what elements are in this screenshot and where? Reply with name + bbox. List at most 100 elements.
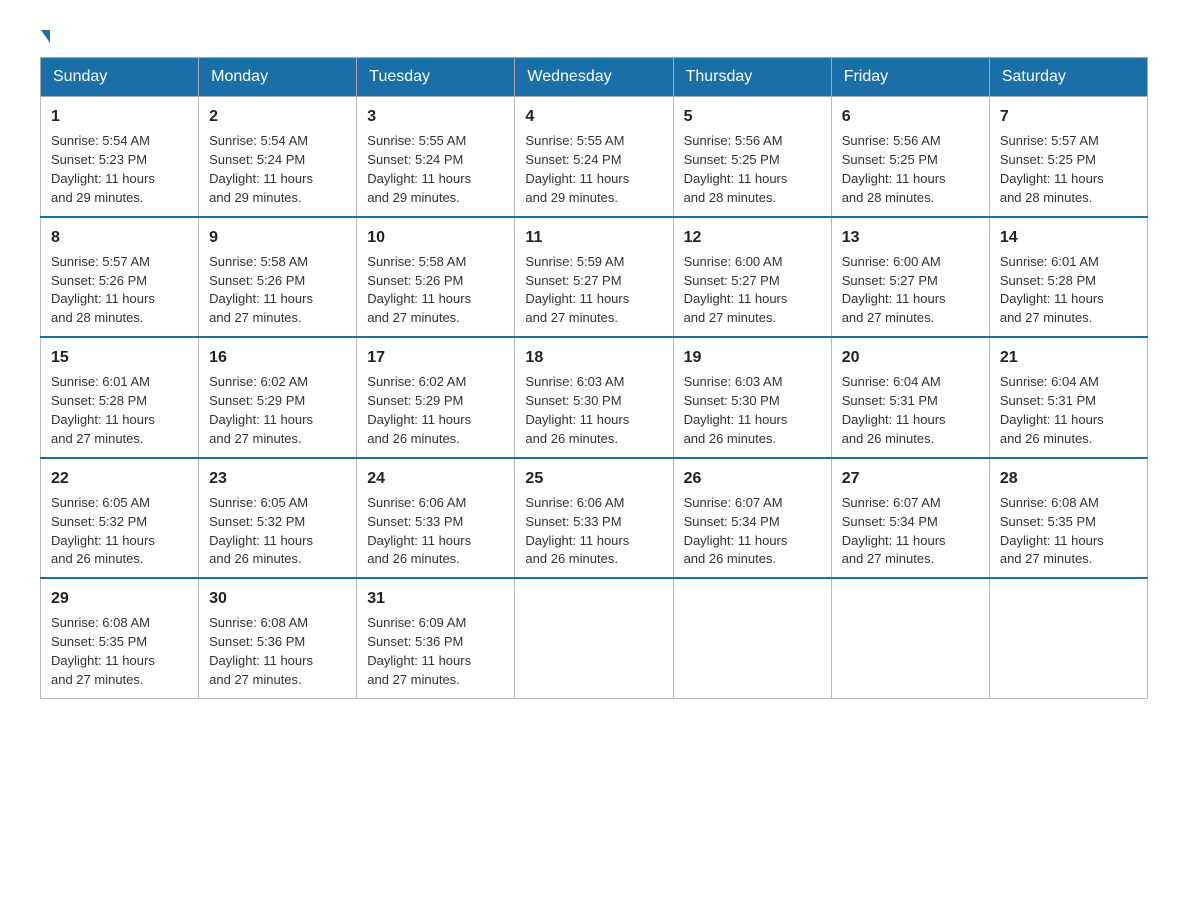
day-number: 25 <box>525 467 662 490</box>
calendar-day-cell: 24 Sunrise: 6:06 AMSunset: 5:33 PMDayligh… <box>357 458 515 579</box>
day-number: 21 <box>1000 346 1137 369</box>
day-info: Sunrise: 6:07 AMSunset: 5:34 PMDaylight:… <box>684 494 821 569</box>
day-number: 31 <box>367 587 504 610</box>
weekday-header-thursday: Thursday <box>673 58 831 97</box>
calendar-day-cell: 15 Sunrise: 6:01 AMSunset: 5:28 PMDayligh… <box>41 337 199 458</box>
calendar-day-cell: 17 Sunrise: 6:02 AMSunset: 5:29 PMDayligh… <box>357 337 515 458</box>
day-info: Sunrise: 6:06 AMSunset: 5:33 PMDaylight:… <box>525 494 662 569</box>
day-info: Sunrise: 6:03 AMSunset: 5:30 PMDaylight:… <box>525 373 662 448</box>
calendar-week-row: 29 Sunrise: 6:08 AMSunset: 5:35 PMDayligh… <box>41 578 1148 698</box>
day-info: Sunrise: 6:04 AMSunset: 5:31 PMDaylight:… <box>1000 373 1137 448</box>
day-info: Sunrise: 5:56 AMSunset: 5:25 PMDaylight:… <box>684 132 821 207</box>
day-info: Sunrise: 6:08 AMSunset: 5:35 PMDaylight:… <box>1000 494 1137 569</box>
logo-arrow-icon <box>41 30 50 43</box>
weekday-header-saturday: Saturday <box>989 58 1147 97</box>
day-number: 26 <box>684 467 821 490</box>
day-number: 29 <box>51 587 188 610</box>
day-number: 4 <box>525 105 662 128</box>
day-info: Sunrise: 6:01 AMSunset: 5:28 PMDaylight:… <box>1000 253 1137 328</box>
weekday-header-monday: Monday <box>199 58 357 97</box>
day-number: 15 <box>51 346 188 369</box>
day-number: 3 <box>367 105 504 128</box>
day-info: Sunrise: 6:03 AMSunset: 5:30 PMDaylight:… <box>684 373 821 448</box>
day-number: 1 <box>51 105 188 128</box>
day-number: 18 <box>525 346 662 369</box>
day-info: Sunrise: 6:01 AMSunset: 5:28 PMDaylight:… <box>51 373 188 448</box>
day-number: 8 <box>51 226 188 249</box>
day-info: Sunrise: 5:58 AMSunset: 5:26 PMDaylight:… <box>367 253 504 328</box>
day-number: 16 <box>209 346 346 369</box>
calendar-day-cell: 12Sunrise: 6:00 AMSunset: 5:27 PMDayligh… <box>673 217 831 338</box>
calendar-day-cell: 16 Sunrise: 6:02 AMSunset: 5:29 PMDayligh… <box>199 337 357 458</box>
weekday-header-wednesday: Wednesday <box>515 58 673 97</box>
calendar-week-row: 8 Sunrise: 5:57 AMSunset: 5:26 PMDaylight… <box>41 217 1148 338</box>
calendar-week-row: 15 Sunrise: 6:01 AMSunset: 5:28 PMDayligh… <box>41 337 1148 458</box>
calendar-week-row: 1 Sunrise: 5:54 AMSunset: 5:23 PMDaylight… <box>41 97 1148 217</box>
day-number: 7 <box>1000 105 1137 128</box>
calendar-day-cell: 25 Sunrise: 6:06 AMSunset: 5:33 PMDayligh… <box>515 458 673 579</box>
calendar-day-cell <box>673 578 831 698</box>
day-info: Sunrise: 6:07 AMSunset: 5:34 PMDaylight:… <box>842 494 979 569</box>
calendar-day-cell: 27 Sunrise: 6:07 AMSunset: 5:34 PMDayligh… <box>831 458 989 579</box>
calendar-day-cell: 5 Sunrise: 5:56 AMSunset: 5:25 PMDaylight… <box>673 97 831 217</box>
day-number: 27 <box>842 467 979 490</box>
calendar-day-cell: 4 Sunrise: 5:55 AMSunset: 5:24 PMDaylight… <box>515 97 673 217</box>
day-info: Sunrise: 6:05 AMSunset: 5:32 PMDaylight:… <box>51 494 188 569</box>
day-number: 9 <box>209 226 346 249</box>
weekday-header-sunday: Sunday <box>41 58 199 97</box>
day-number: 5 <box>684 105 821 128</box>
day-info: Sunrise: 6:02 AMSunset: 5:29 PMDaylight:… <box>209 373 346 448</box>
day-number: 14 <box>1000 226 1137 249</box>
day-info: Sunrise: 6:00 AMSunset: 5:27 PMDaylight:… <box>842 253 979 328</box>
calendar-table: SundayMondayTuesdayWednesdayThursdayFrid… <box>40 57 1148 699</box>
calendar-day-cell <box>515 578 673 698</box>
day-info: Sunrise: 5:57 AMSunset: 5:26 PMDaylight:… <box>51 253 188 328</box>
day-info: Sunrise: 6:04 AMSunset: 5:31 PMDaylight:… <box>842 373 979 448</box>
day-info: Sunrise: 5:59 AMSunset: 5:27 PMDaylight:… <box>525 253 662 328</box>
weekday-header-friday: Friday <box>831 58 989 97</box>
day-number: 6 <box>842 105 979 128</box>
calendar-week-row: 22Sunrise: 6:05 AMSunset: 5:32 PMDayligh… <box>41 458 1148 579</box>
day-number: 13 <box>842 226 979 249</box>
calendar-day-cell: 19 Sunrise: 6:03 AMSunset: 5:30 PMDayligh… <box>673 337 831 458</box>
calendar-day-cell: 23Sunrise: 6:05 AMSunset: 5:32 PMDayligh… <box>199 458 357 579</box>
day-info: Sunrise: 6:08 AMSunset: 5:36 PMDaylight:… <box>209 614 346 689</box>
day-info: Sunrise: 6:08 AMSunset: 5:35 PMDaylight:… <box>51 614 188 689</box>
day-info: Sunrise: 5:54 AMSunset: 5:23 PMDaylight:… <box>51 132 188 207</box>
day-number: 20 <box>842 346 979 369</box>
calendar-day-cell: 6 Sunrise: 5:56 AMSunset: 5:25 PMDaylight… <box>831 97 989 217</box>
calendar-day-cell: 2 Sunrise: 5:54 AMSunset: 5:24 PMDaylight… <box>199 97 357 217</box>
calendar-day-cell: 31Sunrise: 6:09 AMSunset: 5:36 PMDayligh… <box>357 578 515 698</box>
day-number: 24 <box>367 467 504 490</box>
weekday-header-tuesday: Tuesday <box>357 58 515 97</box>
calendar-day-cell <box>989 578 1147 698</box>
day-info: Sunrise: 6:02 AMSunset: 5:29 PMDaylight:… <box>367 373 504 448</box>
day-info: Sunrise: 5:56 AMSunset: 5:25 PMDaylight:… <box>842 132 979 207</box>
day-number: 17 <box>367 346 504 369</box>
day-number: 2 <box>209 105 346 128</box>
page-header <box>40 30 1148 39</box>
calendar-day-cell: 28 Sunrise: 6:08 AMSunset: 5:35 PMDayligh… <box>989 458 1147 579</box>
calendar-day-cell: 29 Sunrise: 6:08 AMSunset: 5:35 PMDayligh… <box>41 578 199 698</box>
calendar-day-cell: 3Sunrise: 5:55 AMSunset: 5:24 PMDaylight… <box>357 97 515 217</box>
calendar-day-cell: 7 Sunrise: 5:57 AMSunset: 5:25 PMDaylight… <box>989 97 1147 217</box>
day-info: Sunrise: 5:55 AMSunset: 5:24 PMDaylight:… <box>525 132 662 207</box>
calendar-day-cell: 1 Sunrise: 5:54 AMSunset: 5:23 PMDaylight… <box>41 97 199 217</box>
day-number: 28 <box>1000 467 1137 490</box>
day-info: Sunrise: 5:57 AMSunset: 5:25 PMDaylight:… <box>1000 132 1137 207</box>
day-info: Sunrise: 6:06 AMSunset: 5:33 PMDaylight:… <box>367 494 504 569</box>
day-number: 10 <box>367 226 504 249</box>
calendar-day-cell: 22Sunrise: 6:05 AMSunset: 5:32 PMDayligh… <box>41 458 199 579</box>
day-number: 23 <box>209 467 346 490</box>
day-number: 30 <box>209 587 346 610</box>
weekday-header-row: SundayMondayTuesdayWednesdayThursdayFrid… <box>41 58 1148 97</box>
logo-line1 <box>40 30 50 43</box>
calendar-day-cell: 9Sunrise: 5:58 AMSunset: 5:26 PMDaylight… <box>199 217 357 338</box>
day-number: 19 <box>684 346 821 369</box>
calendar-day-cell: 18 Sunrise: 6:03 AMSunset: 5:30 PMDayligh… <box>515 337 673 458</box>
calendar-day-cell: 8 Sunrise: 5:57 AMSunset: 5:26 PMDaylight… <box>41 217 199 338</box>
logo <box>40 30 50 39</box>
calendar-day-cell: 26 Sunrise: 6:07 AMSunset: 5:34 PMDayligh… <box>673 458 831 579</box>
day-number: 11 <box>525 226 662 249</box>
day-info: Sunrise: 5:54 AMSunset: 5:24 PMDaylight:… <box>209 132 346 207</box>
